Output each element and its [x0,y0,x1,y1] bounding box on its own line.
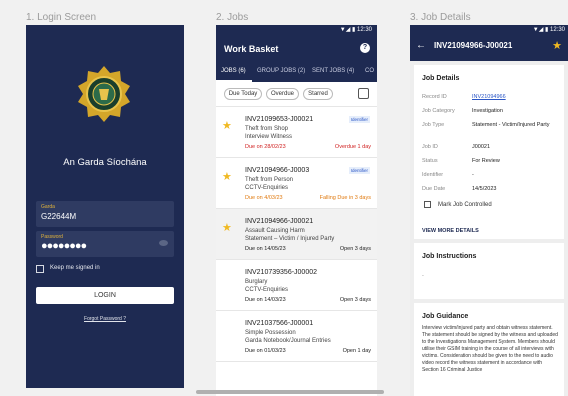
job-guidance-heading: Job Guidance [422,313,469,320]
job-status: Open 3 days [339,246,371,252]
job-due: Due on 01/03/23 [245,348,286,354]
filter-icon[interactable] [358,88,369,99]
job-row[interactable]: ★ INV21094966-J00021 Assault Causing Har… [216,209,377,260]
tab-sent-jobs[interactable]: SENT JOBS (4) [312,68,354,74]
keep-signed-in-checkbox[interactable] [36,265,44,273]
job-offence: Theft from Person [245,177,294,183]
field-value: J00021 [472,144,491,150]
tab-more[interactable]: CO [365,68,374,74]
garda-id-field[interactable]: Garda G22644M [36,201,174,227]
identifier-badge: Identifier [348,116,370,123]
star-icon[interactable]: ★ [222,221,232,234]
panel-title-jobs: 2. Jobs [216,12,249,23]
job-task: CCTV-Enquiries [245,185,289,191]
filter-bar: Due Today Overdue Starred [216,82,377,107]
field-label: Due Date [422,186,446,192]
job-id: INV21094966-J0003 [245,167,310,174]
org-name: An Garda Síochána [63,157,147,168]
job-instructions-heading: Job Instructions [422,253,477,260]
help-icon[interactable]: ? [360,43,370,53]
app-bar: Work Basket ? [216,36,377,62]
job-status: Falling Due in 3 days [319,195,371,201]
field-value: Investigation [472,108,503,114]
job-guidance-card: Job Guidance Interview victim/injured pa… [414,303,564,396]
identifier-badge: Identifier [348,167,370,174]
tab-jobs[interactable]: JOBS (6) [221,68,246,74]
panel-title-details: 3. Job Details [410,12,471,23]
panel-title-login: 1. Login Screen [26,12,97,23]
details-title: INV21094966-J00021 [434,41,513,50]
field-label: Status [422,158,438,164]
job-id: INV21099653-J00021 [245,116,314,123]
forgot-password-link[interactable]: Forgot Password ? [26,316,184,322]
show-password-icon[interactable] [159,240,168,246]
job-instructions-card: Job Instructions - [414,243,564,299]
jobs-screen: ▼◢ ▮ 12:30 Work Basket ? JOBS (6) GROUP … [216,25,377,396]
job-offence: Burglary [245,279,268,285]
job-task: Statement – Victim / Injured Party [245,236,335,242]
job-guidance-text: Interview victim/injured party and obtai… [422,325,558,373]
filter-starred[interactable]: Starred [303,88,333,100]
job-task: Interview Witness [245,134,293,140]
field-label: Job ID [422,144,438,150]
page-title: Work Basket [224,44,279,54]
job-offence: Assault Causing Harm [245,228,305,234]
job-due: Due on 28/02/23 [245,144,286,150]
job-offence: Simple Possession [245,330,296,336]
tab-group-jobs[interactable]: GROUP JOBS (2) [257,68,305,74]
job-id: INV21094966-J00021 [245,218,314,225]
field-label: Record ID [422,94,447,100]
job-instructions-value: - [422,273,424,279]
job-details-screen: ▼◢ ▮ 12:30 ← INV21094966-J00021 ★ Job De… [410,25,568,396]
field-label: Job Category [422,108,455,114]
password-field[interactable]: Password ●●●●●●●● [36,231,174,257]
mark-controlled-label: Mark Job Controlled [438,202,492,208]
job-task: Garda Notebook/Journal Entries [245,338,331,344]
job-details-card: Job Details Record ID INV21094966 Job Ca… [414,65,564,239]
star-icon[interactable]: ★ [222,170,232,183]
garda-id-label: Garda [41,204,55,210]
job-row[interactable]: INV210739356-J00002 Burglary CCTV-Enquir… [216,260,377,311]
status-bar: ▼◢ ▮ 12:30 [216,25,377,36]
job-offence: Theft from Shop [245,126,289,132]
job-status: Open 1 day [342,348,371,354]
field-label: Identifier [422,172,444,178]
job-row[interactable]: ★ INV21094966-J0003 Theft from Person CC… [216,158,377,209]
garda-id-value: G22644M [41,212,77,221]
job-id: INV210739356-J00002 [245,269,318,276]
job-due: Due on 14/05/23 [245,246,286,252]
field-label: Job Type [422,122,445,128]
login-screen: An Garda Síochána Garda G22644M Password… [26,25,184,388]
job-task: CCTV-Enquiries [245,287,289,293]
job-due: Due on 4/03/23 [245,195,283,201]
keep-signed-in-label: Keep me signed in [50,265,100,271]
garda-crest-logo [78,66,130,122]
star-icon[interactable]: ★ [222,119,232,132]
job-row[interactable]: ★ INV21099653-J00021 Theft from Shop Int… [216,107,377,158]
horizontal-scrollbar[interactable] [196,390,384,394]
filter-overdue[interactable]: Overdue [266,88,299,100]
record-id-link[interactable]: INV21094966 [472,94,558,101]
mark-controlled-checkbox[interactable] [424,201,431,208]
status-bar: ▼◢ ▮ 12:30 [532,27,565,33]
login-button[interactable]: LOGIN [36,287,174,304]
job-id: INV21037566-J00001 [245,320,314,327]
job-details-heading: Job Details [422,75,460,82]
tab-bar: JOBS (6) GROUP JOBS (2) SENT JOBS (4) CO [216,62,377,82]
star-icon[interactable]: ★ [552,39,562,52]
field-value: 14/5/2023 [472,186,497,192]
job-row[interactable]: INV21037566-J00001 Simple Possession Gar… [216,311,377,362]
back-arrow-icon[interactable]: ← [416,40,426,51]
job-status: Open 3 days [339,297,371,303]
view-more-details-link[interactable]: VIEW MORE DETAILS [422,228,479,234]
field-value: For Review [472,158,500,164]
job-status: Overdue 1 day [334,144,371,150]
password-value: ●●●●●●●● [41,240,87,252]
job-due: Due on 14/03/23 [245,297,286,303]
field-value: - [472,172,474,178]
field-value: Statement - Victim/Injured Party [472,122,550,128]
details-app-bar: ▼◢ ▮ 12:30 ← INV21094966-J00021 ★ [410,25,568,61]
filter-due-today[interactable]: Due Today [224,88,262,100]
